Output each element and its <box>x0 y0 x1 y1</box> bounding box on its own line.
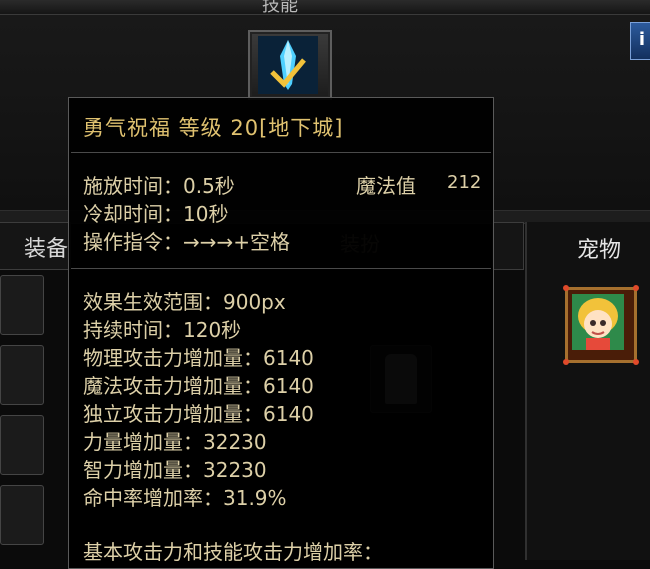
equipment-slot[interactable] <box>0 485 44 545</box>
skill-window-header: 技能 <box>0 0 650 16</box>
mp-value: 212 <box>447 172 482 193</box>
effect-line: 持续时间：120秒 <box>83 318 242 342</box>
slot-corner-gem <box>563 359 569 365</box>
skill-window-title: 技能 <box>262 0 298 16</box>
effect-line: 物理攻击力增加量：6140 <box>83 346 314 370</box>
costume-slot-edge[interactable] <box>492 222 524 270</box>
effect-line: 魔法攻击力增加量：6140 <box>83 374 314 398</box>
info-button[interactable]: i <box>630 22 650 60</box>
effect-line: 独立攻击力增加量：6140 <box>83 402 314 426</box>
cooldown: 冷却时间：10秒 <box>83 202 229 226</box>
pet-portrait-icon <box>572 294 624 350</box>
effect-line: 基本攻击力和技能攻击力增加率： <box>83 540 383 564</box>
slot-corner-gem <box>563 285 569 291</box>
sword-icon <box>258 36 318 94</box>
effect-line: 效果生效范围：900px <box>83 290 286 314</box>
slot-corner-gem <box>633 285 639 291</box>
cast-time: 施放时间：0.5秒 <box>83 174 235 198</box>
info-icon: i <box>638 29 646 50</box>
skill-tooltip: 勇气祝福 等级 20[地下城] 施放时间：0.5秒 魔法值 212 冷却时间：1… <box>68 97 494 569</box>
mp-label: 魔法值 <box>356 174 416 198</box>
equipment-slot[interactable] <box>0 415 44 475</box>
pet-panel: 宠物 <box>525 222 650 560</box>
tooltip-divider <box>71 152 491 153</box>
pet-slot[interactable] <box>563 285 639 365</box>
skill-slot-courage-blessing[interactable] <box>248 30 332 100</box>
command: 操作指令：→→→+空格 <box>83 230 291 254</box>
pet-label: 宠物 <box>577 238 622 263</box>
tooltip-divider <box>71 268 491 269</box>
tab-equipment-label: 装备 <box>24 237 69 262</box>
effect-line: 力量增加量：32230 <box>83 430 267 454</box>
equipment-slot[interactable] <box>0 345 44 405</box>
tooltip-title: 勇气祝福 等级 20[地下城] <box>83 116 344 140</box>
slot-corner-gem <box>633 359 639 365</box>
effect-line: 智力增加量：32230 <box>83 458 267 482</box>
equipment-slot[interactable] <box>0 275 44 335</box>
effect-line: 命中率增加率：31.9% <box>83 486 287 510</box>
tab-equipment[interactable]: 装备 <box>0 222 71 270</box>
